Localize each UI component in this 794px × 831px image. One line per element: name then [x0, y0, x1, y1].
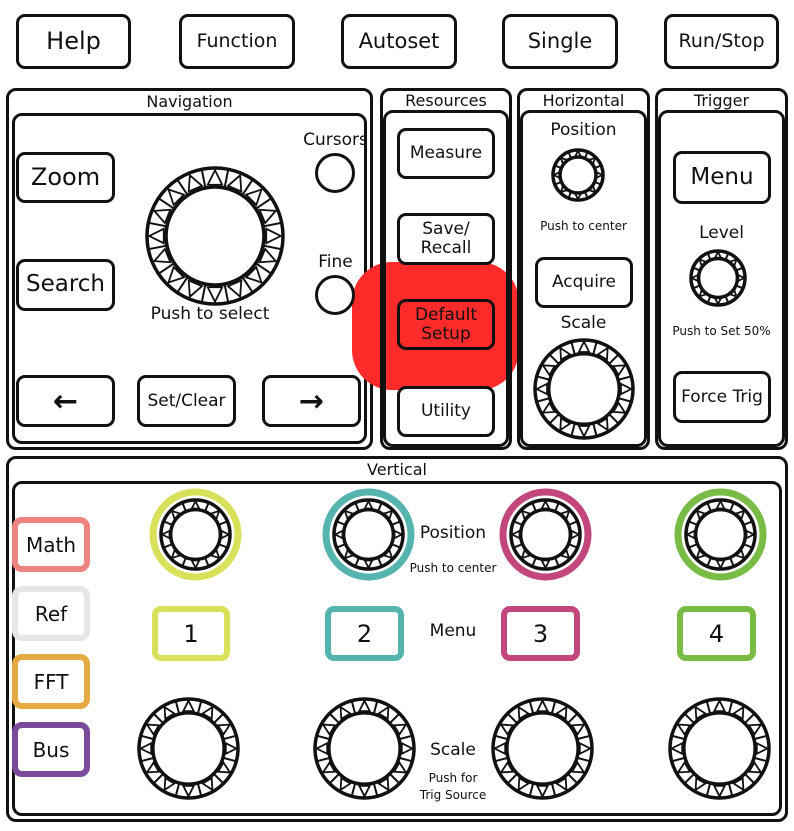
vertical-position-caption: Push to center — [409, 561, 497, 575]
save-recall-button[interactable]: Save/ Recall — [397, 213, 495, 265]
vertical-menu-label: Menu — [429, 621, 477, 641]
ch1-menu-button[interactable]: 1 — [152, 606, 230, 661]
default-setup-button[interactable]: Default Setup — [397, 299, 495, 350]
measure-button[interactable]: Measure — [397, 128, 495, 179]
cursors-label: Cursors — [303, 130, 368, 150]
trigger-menu-button[interactable]: Menu — [673, 151, 771, 204]
trigger-title: Trigger — [693, 91, 750, 110]
ch1-position-knob[interactable] — [149, 488, 242, 581]
fft-button[interactable]: FFT — [12, 654, 90, 709]
arrow-right-icon: → — [298, 383, 325, 419]
help-button[interactable]: Help — [16, 14, 131, 69]
horizontal-scale-label: Scale — [560, 313, 607, 333]
vertical-scale-label: Scale — [430, 740, 476, 760]
trigger-level-label: Level — [699, 223, 744, 243]
multipurpose-knob[interactable] — [145, 166, 285, 306]
utility-button[interactable]: Utility — [397, 386, 495, 437]
set-clear-button[interactable]: Set/Clear — [137, 375, 236, 427]
ch1-scale-knob[interactable] — [137, 697, 240, 800]
run-stop-button[interactable]: Run/Stop — [664, 14, 779, 69]
ch4-position-knob[interactable] — [674, 488, 767, 581]
vertical-position-label: Position — [419, 523, 487, 543]
vertical-title: Vertical — [367, 460, 427, 479]
ch2-menu-button[interactable]: 2 — [325, 606, 404, 661]
save-recall-line1: Save/ — [422, 219, 470, 240]
search-button[interactable]: Search — [16, 259, 115, 311]
trigger-level-knob[interactable] — [689, 249, 747, 307]
default-setup-line1: Default — [414, 304, 478, 325]
default-setup-line2: Setup — [421, 323, 471, 344]
ref-button[interactable]: Ref — [12, 586, 90, 641]
autoset-button[interactable]: Autoset — [341, 14, 457, 69]
fine-label: Fine — [318, 252, 353, 272]
resources-title: Resources — [405, 91, 487, 110]
single-button[interactable]: Single — [502, 14, 618, 69]
left-arrow-button[interactable]: ← — [16, 375, 115, 427]
vertical-scale-caption-line2: Trig Source — [419, 788, 487, 802]
bus-button[interactable]: Bus — [12, 722, 90, 777]
arrow-left-icon: ← — [52, 383, 79, 419]
ch3-menu-button[interactable]: 3 — [501, 606, 580, 661]
horizontal-position-caption: Push to center — [540, 219, 627, 233]
force-trig-button[interactable]: Force Trig — [673, 371, 771, 423]
horizontal-position-label: Position — [550, 120, 617, 140]
ch2-scale-knob[interactable] — [313, 697, 416, 800]
function-button[interactable]: Function — [179, 14, 295, 69]
ch3-position-knob[interactable] — [499, 488, 592, 581]
cursors-button[interactable] — [315, 153, 355, 193]
ch4-menu-button[interactable]: 4 — [677, 606, 756, 661]
ch2-position-knob[interactable] — [322, 488, 415, 581]
horizontal-title: Horizontal — [542, 91, 625, 110]
math-button[interactable]: Math — [12, 517, 90, 572]
ch4-scale-knob[interactable] — [668, 697, 771, 800]
fine-button[interactable] — [315, 275, 355, 315]
acquire-button[interactable]: Acquire — [535, 257, 633, 308]
horizontal-position-knob[interactable] — [551, 148, 605, 202]
horizontal-scale-knob[interactable] — [533, 338, 635, 440]
trigger-level-caption: Push to Set 50% — [672, 324, 771, 338]
navigation-knob-caption: Push to select — [150, 304, 270, 324]
save-recall-line2: Recall — [420, 238, 472, 258]
ch3-scale-knob[interactable] — [491, 697, 594, 800]
vertical-scale-caption-line1: Push for — [428, 771, 478, 785]
navigation-title: Navigation — [146, 92, 233, 111]
right-arrow-button[interactable]: → — [262, 375, 361, 427]
zoom-button[interactable]: Zoom — [16, 152, 115, 203]
